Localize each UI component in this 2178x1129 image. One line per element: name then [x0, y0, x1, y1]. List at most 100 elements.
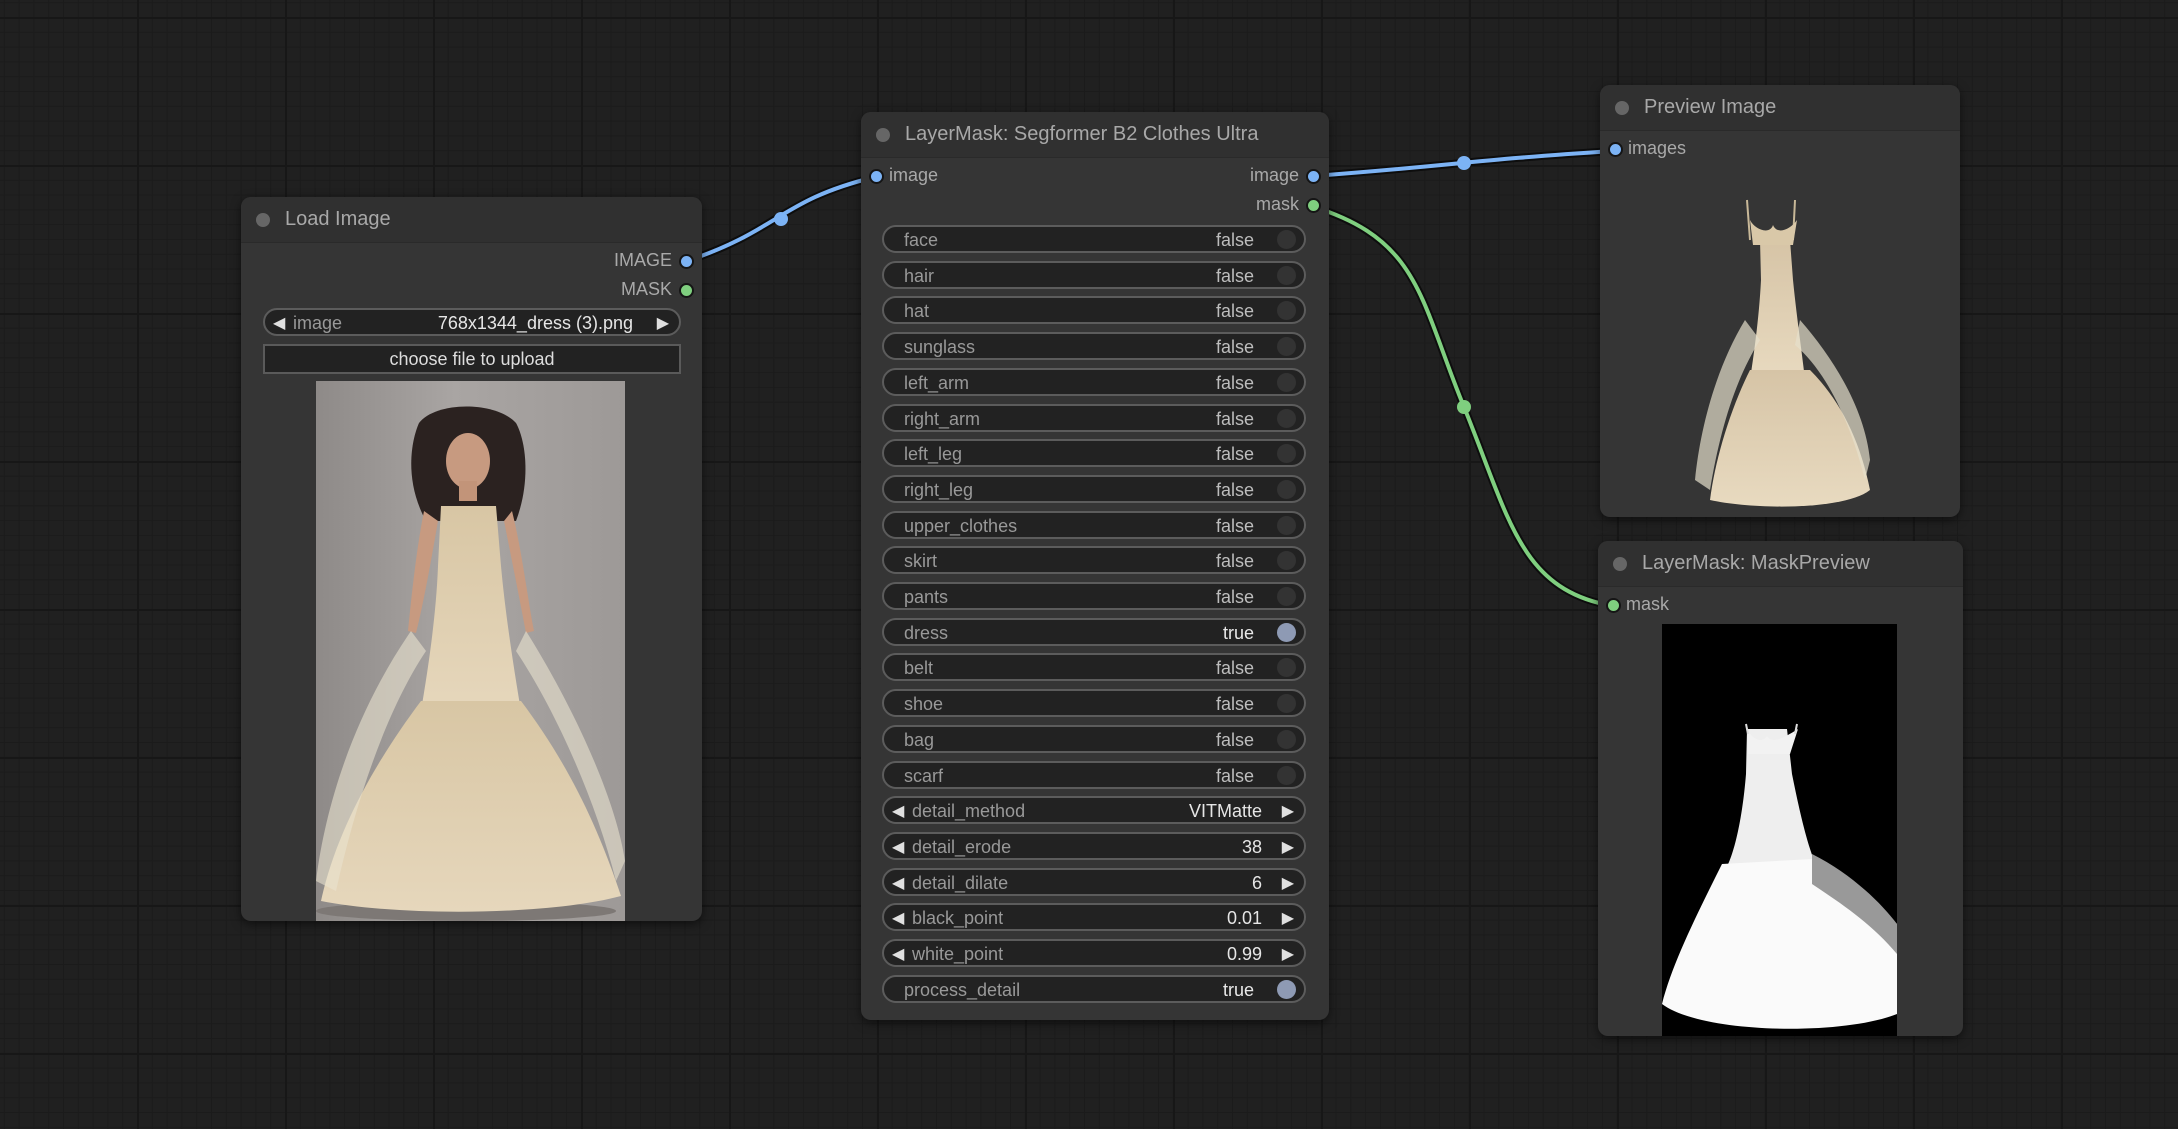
node-preview-image[interactable]: Preview Image images [1600, 85, 1960, 517]
output-slot-mask[interactable]: mask [861, 190, 1329, 219]
node-layermask-maskpreview[interactable]: LayerMask: MaskPreview mask [1598, 541, 1963, 1036]
choose-file-button[interactable]: choose file to upload [263, 344, 681, 374]
output-dot-icon[interactable] [1306, 198, 1321, 213]
arrow-left-icon[interactable]: ◀ [892, 837, 904, 857]
toggle-right-arm[interactable]: right_arm false [882, 403, 1306, 432]
toggle-value: false [1215, 551, 1254, 572]
toggle-knob-icon[interactable] [1277, 587, 1296, 606]
toggle-knob-icon[interactable] [1277, 444, 1296, 464]
arrow-left-icon[interactable]: ◀ [892, 908, 904, 928]
widget-value: 6 [1251, 872, 1262, 893]
node-title: Load Image [285, 208, 391, 230]
input-dot-icon[interactable] [1608, 142, 1623, 157]
output-slot-image[interactable]: IMAGE [241, 246, 702, 275]
arrow-right-icon[interactable]: ▶ [1282, 801, 1294, 821]
toggle-hair[interactable]: hair false [882, 260, 1306, 289]
toggle-knob-icon[interactable] [1277, 979, 1296, 999]
arrow-right-icon[interactable]: ▶ [1282, 944, 1294, 964]
output-slot-mask[interactable]: MASK [241, 275, 702, 304]
link-midpoint-dot[interactable] [1457, 156, 1471, 170]
toggle-knob-icon[interactable] [1277, 265, 1296, 285]
toggle-sunglass[interactable]: sunglass false [882, 332, 1306, 361]
toggle-left-arm[interactable]: left_arm false [882, 367, 1306, 396]
input-dot-icon[interactable] [1606, 598, 1621, 613]
widget-label: white_point [912, 944, 1004, 964]
toggle-dress[interactable]: dress true [882, 617, 1306, 646]
output-label: image [1249, 165, 1299, 185]
toggle-face[interactable]: face false [882, 225, 1306, 253]
arrow-left-icon[interactable]: ◀ [892, 944, 904, 964]
toggle-knob-icon[interactable] [1277, 408, 1296, 428]
arrow-left-icon[interactable]: ◀ [892, 801, 904, 821]
output-dot-icon[interactable] [1306, 169, 1321, 184]
input-slot-images[interactable]: images [1600, 134, 1960, 163]
toggle-knob-icon[interactable] [1277, 230, 1296, 249]
toggle-knob-icon[interactable] [1277, 479, 1296, 499]
arrow-right-icon[interactable]: ▶ [657, 313, 669, 333]
toggle-label: hair [904, 265, 935, 286]
link-segformer-to-maskpreview[interactable] [1312, 203, 1614, 610]
toggle-process-detail[interactable]: process_detail true [882, 974, 1306, 1003]
output-dot-icon[interactable] [679, 283, 694, 298]
node-load-image[interactable]: Load Image IMAGE MASK ◀ image 768x1344_d… [241, 197, 702, 921]
collapse-dot-icon[interactable] [1613, 557, 1627, 571]
arrow-right-icon[interactable]: ▶ [1282, 837, 1294, 857]
toggle-value: false [1215, 408, 1254, 429]
toggle-knob-icon[interactable] [1277, 551, 1296, 571]
toggle-value: false [1215, 230, 1254, 250]
widget-detail-erode[interactable]: ◀ detail_erode 38 ▶ [882, 831, 1306, 860]
input-dot-icon[interactable] [869, 169, 884, 184]
toggle-knob-icon[interactable] [1277, 765, 1296, 785]
toggle-knob-icon[interactable] [1277, 694, 1296, 714]
output-dot-icon[interactable] [679, 254, 694, 269]
toggle-skirt[interactable]: skirt false [882, 546, 1306, 575]
arrow-left-icon[interactable]: ◀ [892, 873, 904, 893]
toggle-knob-icon[interactable] [1277, 515, 1296, 535]
toggle-label: belt [904, 658, 934, 679]
link-segformer-to-preview[interactable] [1313, 147, 1615, 180]
toggle-knob-icon[interactable] [1277, 729, 1296, 749]
node-title-bar[interactable]: LayerMask: Segformer B2 Clothes Ultra [861, 112, 1329, 158]
toggle-belt[interactable]: belt false [882, 653, 1306, 682]
dress-mask-image [1662, 723, 1897, 1029]
arrow-right-icon[interactable]: ▶ [1282, 908, 1294, 928]
image-file-selector[interactable]: ◀ image 768x1344_dress (3).png ▶ [263, 308, 681, 336]
node-title: Preview Image [1644, 96, 1777, 118]
toggle-scarf[interactable]: scarf false [882, 760, 1306, 789]
toggle-knob-icon[interactable] [1277, 301, 1296, 321]
widget-label: detail_method [912, 801, 1026, 822]
loaded-image-preview [316, 381, 625, 921]
widget-label: detail_erode [912, 836, 1012, 857]
widget-detail-dilate[interactable]: ◀ detail_dilate 6 ▶ [882, 867, 1306, 896]
toggle-hat[interactable]: hat false [882, 296, 1306, 325]
link-midpoint-dot[interactable] [774, 212, 788, 226]
collapse-dot-icon[interactable] [876, 128, 890, 142]
toggle-value: true [1222, 979, 1254, 1000]
toggle-knob-icon[interactable] [1277, 658, 1296, 678]
widget-white-point[interactable]: ◀ white_point 0.99 ▶ [882, 939, 1306, 967]
toggle-left-leg[interactable]: left_leg false [882, 439, 1306, 468]
toggle-right-leg[interactable]: right_leg false [882, 474, 1306, 503]
toggle-knob-icon[interactable] [1277, 337, 1296, 357]
toggle-pants[interactable]: pants false [882, 582, 1306, 610]
toggle-upper-clothes[interactable]: upper_clothes false [882, 510, 1306, 539]
widget-black-point[interactable]: ◀ black_point 0.01 ▶ [882, 903, 1306, 932]
node-title-bar[interactable]: LayerMask: MaskPreview [1598, 541, 1963, 587]
node-title: LayerMask: MaskPreview [1642, 552, 1870, 574]
toggle-knob-icon[interactable] [1277, 622, 1296, 642]
collapse-dot-icon[interactable] [256, 213, 270, 227]
node-title-bar[interactable]: Preview Image [1600, 85, 1960, 131]
toggle-knob-icon[interactable] [1277, 372, 1296, 392]
arrow-right-icon[interactable]: ▶ [1282, 873, 1294, 893]
input-slot-mask[interactable]: mask [1598, 590, 1963, 619]
link-midpoint-dot[interactable] [1457, 400, 1471, 414]
node-title-bar[interactable]: Load Image [241, 197, 702, 243]
toggle-bag[interactable]: bag false [882, 724, 1306, 753]
widget-detail-method[interactable]: ◀ detail_method VITMatte ▶ [882, 796, 1306, 825]
toggle-shoe[interactable]: shoe false [882, 689, 1306, 718]
collapse-dot-icon[interactable] [1615, 101, 1629, 115]
link-load-to-segformer[interactable] [685, 173, 876, 265]
arrow-left-icon[interactable]: ◀ [273, 313, 285, 333]
output-label: mask [1255, 194, 1299, 214]
node-segformer-b2-clothes-ultra[interactable]: LayerMask: Segformer B2 Clothes Ultra im… [861, 112, 1329, 1020]
